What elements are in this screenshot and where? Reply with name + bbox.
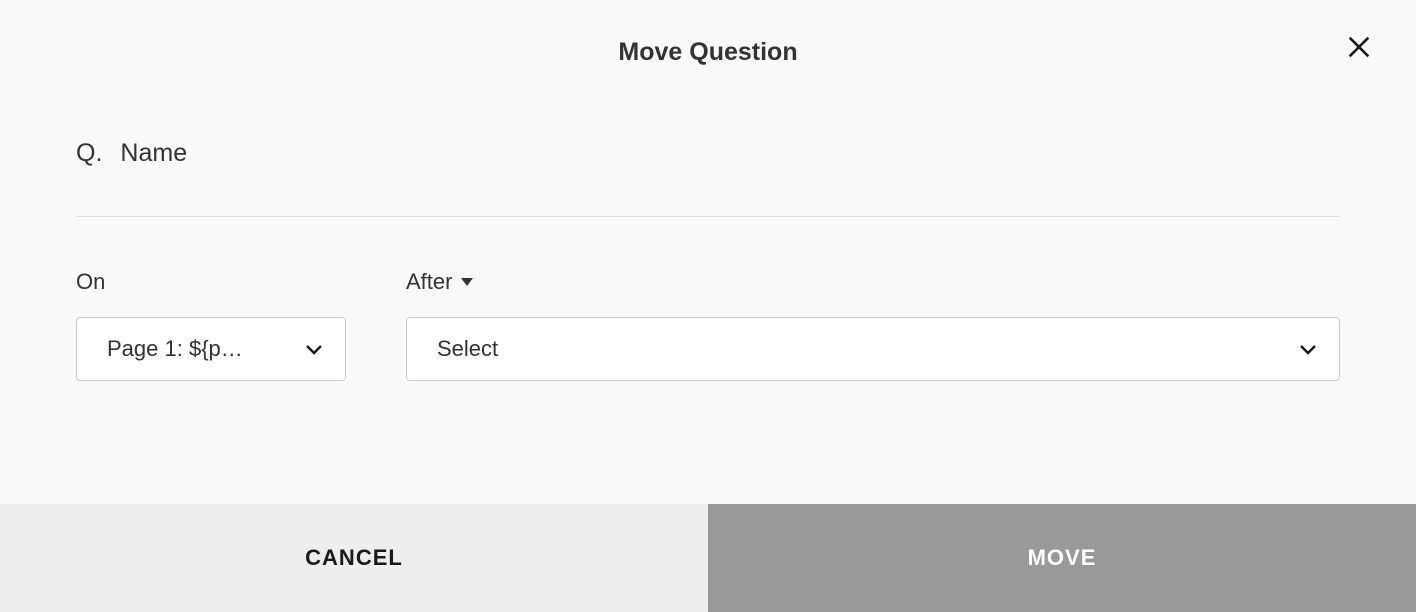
- dialog-header: Move Question: [0, 0, 1416, 67]
- question-name: Name: [120, 139, 187, 168]
- caret-down-icon: [460, 277, 474, 287]
- after-label[interactable]: After: [406, 269, 474, 295]
- chevron-down-icon: [1299, 343, 1317, 355]
- cancel-button[interactable]: CANCEL: [0, 504, 708, 612]
- form-row: On Page 1: ${p… After Select: [76, 217, 1340, 381]
- close-icon: [1345, 33, 1373, 61]
- after-select[interactable]: Select: [406, 317, 1340, 381]
- after-select-value: Select: [437, 336, 1283, 362]
- button-bar: CANCEL MOVE: [0, 504, 1416, 612]
- on-label: On: [76, 269, 105, 295]
- question-row: Q. Name: [76, 139, 1340, 217]
- question-prefix: Q.: [76, 139, 102, 168]
- move-button[interactable]: MOVE: [708, 504, 1416, 612]
- dialog-content: Q. Name On Page 1: ${p… After Sele: [0, 67, 1416, 381]
- on-select-value: Page 1: ${p…: [107, 336, 289, 362]
- on-label-text: On: [76, 269, 105, 295]
- on-field-group: On Page 1: ${p…: [76, 269, 346, 381]
- dialog-title: Move Question: [0, 38, 1416, 67]
- chevron-down-icon: [305, 343, 323, 355]
- after-field-group: After Select: [406, 269, 1340, 381]
- on-select[interactable]: Page 1: ${p…: [76, 317, 346, 381]
- after-label-text: After: [406, 269, 452, 295]
- close-button[interactable]: [1344, 32, 1374, 62]
